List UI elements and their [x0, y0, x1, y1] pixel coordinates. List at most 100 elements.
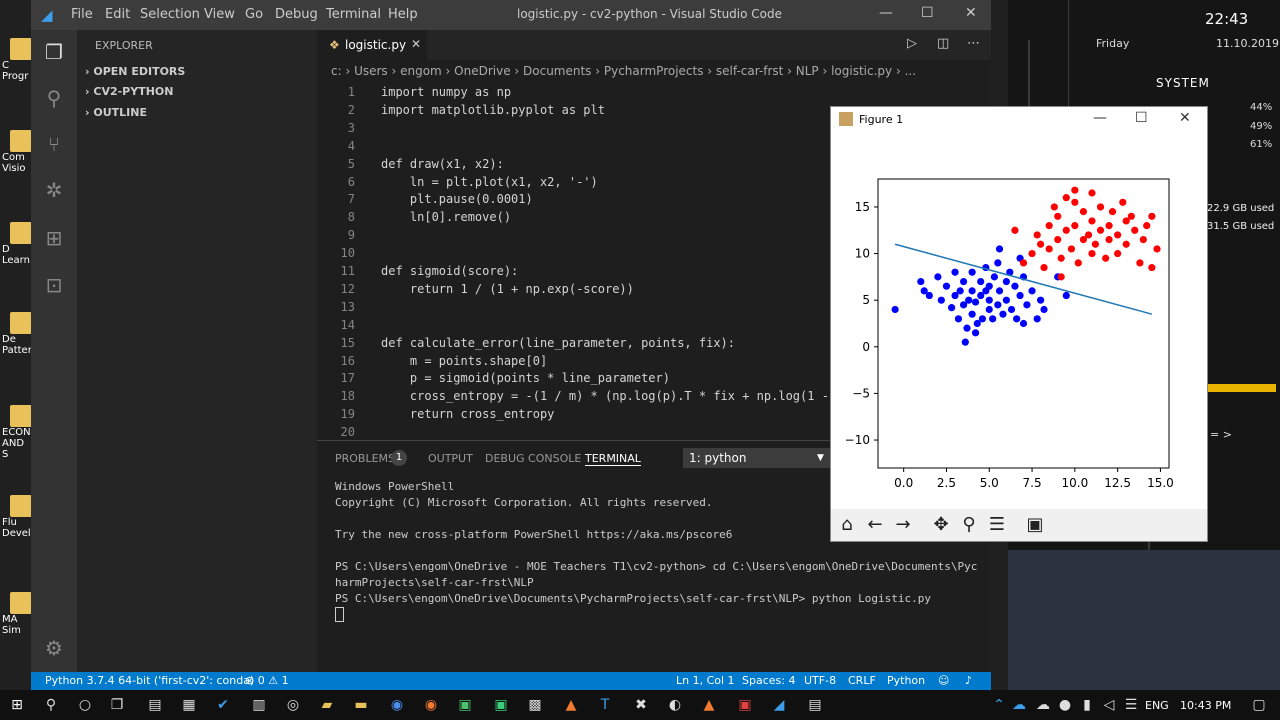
save-icon[interactable]: ▣ [1023, 514, 1047, 536]
scatter-point [1062, 226, 1070, 234]
status-python-interpreter[interactable]: Python 3.7.4 64-bit ('first-cv2': conda) [45, 674, 254, 687]
language-indicator[interactable]: ENG [1145, 699, 1169, 712]
status-eol[interactable]: CRLF [848, 674, 876, 687]
tab-terminal[interactable]: TERMINAL [585, 452, 641, 466]
sidebar-section-project[interactable]: › CV2-PYTHON [85, 85, 173, 98]
menu-file[interactable]: File [71, 7, 93, 22]
desktop-icon[interactable]: MA Sim [2, 592, 32, 636]
menu-go[interactable]: Go [245, 7, 263, 22]
menu-view[interactable]: View [204, 7, 235, 22]
home-icon[interactable]: ⌂ [835, 514, 859, 536]
app-icon[interactable]: ◎ [284, 696, 302, 714]
tab-logistic-py[interactable]: ❖ logistic.py ✕ [317, 30, 427, 60]
back-icon[interactable]: ← [863, 514, 887, 536]
gear-icon[interactable]: ⚙ [42, 636, 66, 660]
vscode-taskbar-icon[interactable]: ◢ [770, 696, 788, 714]
zoom-icon[interactable]: ⚲ [957, 514, 981, 536]
desktop-icon[interactable]: Flu Devel [2, 495, 32, 539]
taskbar: ⊞ ⚲ ○ ❐ ▤ ▦ ✔ ▥ ◎ ▰ ▬ ◉ ◉ ▣ ▣ ▩ ▲ T ✖ ◐ … [0, 690, 1280, 720]
plot-area[interactable]: 0.0 2.5 5.0 7.5 10.0 12.5 15.0 15 10 5 0 −5 −10 [831, 133, 1207, 509]
tab-debug-console[interactable]: DEBUG CONSOLE [485, 452, 581, 465]
scatter-point [994, 301, 1002, 309]
scatter-point [1007, 305, 1016, 314]
extensions-icon[interactable]: ⊞ [42, 226, 66, 250]
status-encoding[interactable]: UTF-8 [804, 674, 836, 687]
task-view-icon[interactable]: ❐ [108, 696, 126, 714]
more-actions-icon[interactable]: ⋯ [967, 36, 980, 51]
forward-icon[interactable]: → [891, 514, 915, 536]
status-cursor-position[interactable]: Ln 1, Col 1 [676, 674, 735, 687]
debug-icon[interactable]: ✲ [42, 178, 66, 202]
app-icon[interactable]: T [596, 696, 614, 714]
menu-help[interactable]: Help [388, 7, 418, 22]
scatter-point [1011, 226, 1019, 234]
remote-icon[interactable]: ⊡ [42, 273, 66, 297]
menu-terminal[interactable]: Terminal [326, 7, 381, 22]
chevron-up-icon[interactable]: ⌃ [990, 696, 1008, 714]
figure-minimize-icon[interactable]: — [1093, 110, 1107, 126]
calculator-icon[interactable]: ▥ [250, 696, 268, 714]
notification-icon[interactable]: ▢ [1250, 696, 1268, 714]
maximize-icon[interactable]: ☐ [921, 5, 934, 21]
bell-icon[interactable]: ♪ [965, 674, 972, 687]
pycharm-icon[interactable]: ▣ [492, 696, 510, 714]
status-language[interactable]: Python [887, 674, 925, 687]
python-figure-taskbar-icon[interactable]: ▤ [806, 696, 824, 714]
battery-icon[interactable]: ▮ [1078, 696, 1096, 714]
status-indentation[interactable]: Spaces: 4 [742, 674, 795, 687]
desktop-icon[interactable]: De Patter [2, 312, 32, 356]
app-icon[interactable]: ▣ [456, 696, 474, 714]
figure-close-icon[interactable]: ✕ [1179, 110, 1191, 126]
app-icon[interactable]: ▩ [526, 696, 544, 714]
tab-close-icon[interactable]: ✕ [411, 37, 421, 51]
desktop-icon[interactable]: D Learn [2, 222, 32, 266]
figure-title-bar[interactable]: Figure 1 — ☐ ✕ [831, 107, 1207, 133]
search-icon[interactable]: ⚲ [42, 696, 60, 714]
configure-icon[interactable]: ☰ [985, 514, 1009, 536]
minimize-icon[interactable]: — [879, 5, 893, 21]
split-editor-icon[interactable]: ◫ [937, 36, 949, 51]
onedrive-icon[interactable]: ☁ [1010, 696, 1028, 714]
figure-maximize-icon[interactable]: ☐ [1135, 110, 1148, 126]
taskbar-clock[interactable]: 10:43 PM [1180, 699, 1231, 712]
desktop-icon[interactable]: C Progr [2, 38, 32, 82]
file-explorer-icon[interactable]: ▬ [352, 696, 370, 714]
terminal-select[interactable]: 1: python ▼ [683, 448, 833, 468]
menu-debug[interactable]: Debug [275, 7, 318, 22]
microphone-icon[interactable]: ● [1056, 696, 1074, 714]
close-icon[interactable]: ✕ [965, 5, 977, 21]
explorer-icon[interactable]: ❐ [42, 40, 66, 64]
windows-start-icon[interactable]: ⊞ [8, 696, 26, 714]
sidebar-section-outline[interactable]: › OUTLINE [85, 106, 147, 119]
app-icon[interactable]: ✖ [632, 696, 650, 714]
tab-output[interactable]: OUTPUT [428, 452, 473, 465]
sidebar-section-open-editors[interactable]: › OPEN EDITORS [85, 65, 185, 78]
app-icon[interactable]: ▰ [318, 696, 336, 714]
desktop-icon[interactable]: ECON AND S [2, 405, 32, 460]
app-icon[interactable]: ✔ [214, 696, 232, 714]
vlc-icon[interactable]: ▲ [700, 696, 718, 714]
menu-edit[interactable]: Edit [105, 7, 130, 22]
scatter-point [1040, 305, 1048, 314]
network-icon[interactable]: ☰ [1122, 696, 1140, 714]
tab-problems[interactable]: PROBLEMS [335, 452, 395, 465]
firefox-icon[interactable]: ◉ [422, 696, 440, 714]
app-icon[interactable]: ▣ [736, 696, 754, 714]
feedback-icon[interactable]: ☺ [938, 674, 949, 687]
menu-selection[interactable]: Selection [140, 7, 200, 22]
breadcrumb[interactable]: c: › Users › engom › OneDrive › Document… [331, 64, 916, 78]
onedrive-icon[interactable]: ☁ [1034, 696, 1052, 714]
search-icon[interactable]: ⚲ [42, 86, 66, 110]
app-icon[interactable]: ▦ [180, 696, 198, 714]
source-control-icon[interactable]: ⑂ [42, 132, 66, 156]
cortana-icon[interactable]: ○ [76, 696, 94, 714]
app-icon[interactable]: ▲ [562, 696, 580, 714]
app-icon[interactable]: ◐ [666, 696, 684, 714]
status-problems[interactable]: ⊗ 0 ⚠ 1 [245, 674, 289, 687]
desktop-icon[interactable]: Com Visio [2, 130, 32, 174]
volume-icon[interactable]: ◁ [1100, 696, 1118, 714]
chrome-icon[interactable]: ◉ [388, 696, 406, 714]
run-icon[interactable]: ▷ [907, 36, 917, 51]
pan-icon[interactable]: ✥ [929, 514, 953, 536]
app-icon[interactable]: ▤ [146, 696, 164, 714]
